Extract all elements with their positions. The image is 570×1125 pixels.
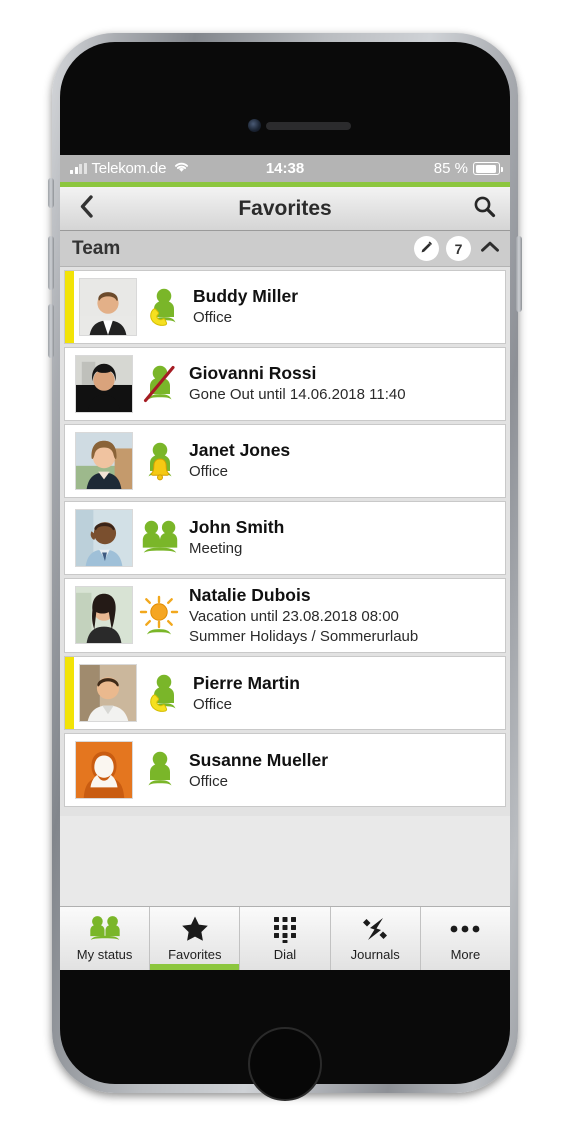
favorites-contact-list: Buddy Miller Office Giovanni Rossi Gone … xyxy=(60,267,510,817)
group-title: Team xyxy=(72,237,121,259)
keypad-icon xyxy=(272,914,298,944)
contact-status: Office xyxy=(189,772,228,790)
person-available-icon xyxy=(137,734,183,806)
phone-screen: Telekom.de 14:38 85 % Favorites Team 7 B… xyxy=(60,155,510,970)
battery-icon xyxy=(473,162,503,175)
tab-label: Dial xyxy=(273,946,297,962)
contact-name: Giovanni Rossi xyxy=(189,363,317,384)
person-on-phone-icon xyxy=(141,271,187,343)
contact-row[interactable]: John Smith Meeting xyxy=(64,501,506,575)
contact-name: Pierre Martin xyxy=(193,672,300,693)
tab-bar: My status Favorites Dial Journals More xyxy=(60,906,510,970)
avatar xyxy=(79,664,137,723)
page-title: Favorites xyxy=(238,196,332,220)
volume-down-button[interactable] xyxy=(48,304,54,358)
contact-status: Meeting xyxy=(189,540,243,558)
navigation-bar: Favorites xyxy=(60,187,510,231)
edit-group-button[interactable] xyxy=(414,236,439,261)
contact-name: Buddy Miller xyxy=(193,286,299,307)
contact-row[interactable]: Natalie Dubois Vacation until 23.08.2018… xyxy=(64,578,506,654)
contact-text: Pierre Martin Office xyxy=(187,657,505,729)
contact-name: Susanne Mueller xyxy=(189,749,329,770)
contact-status: Office xyxy=(189,463,228,481)
contact-row[interactable]: Giovanni Rossi Gone Out until 14.06.2018… xyxy=(64,347,506,421)
contact-status: Vacation until 23.08.2018 08:00 xyxy=(189,607,399,625)
search-icon xyxy=(473,195,496,223)
person-unavailable-icon xyxy=(137,348,183,420)
wifi-icon xyxy=(173,160,190,177)
tab-label: Favorites xyxy=(168,946,222,962)
status-bar: Telekom.de 14:38 85 % xyxy=(60,155,510,182)
group-header-actions: 7 xyxy=(414,236,502,261)
group-count-badge: 7 xyxy=(446,236,471,261)
status-bar-left: Telekom.de xyxy=(70,160,190,177)
contact-text: Natalie Dubois Vacation until 23.08.2018… xyxy=(183,579,505,652)
contact-text: John Smith Meeting xyxy=(183,502,505,574)
row-accent-bar xyxy=(65,425,70,497)
contact-row[interactable]: Janet Jones Office xyxy=(64,424,506,498)
sun-vacation-icon xyxy=(137,579,183,652)
arrows-icon xyxy=(361,914,389,944)
tab-label: Journals xyxy=(350,946,400,962)
pencil-icon xyxy=(419,240,434,258)
avatar xyxy=(75,432,133,490)
battery-percent-label: 85 % xyxy=(433,160,468,177)
tab-more[interactable]: More xyxy=(421,907,510,970)
row-accent-bar xyxy=(65,502,70,574)
chevron-up-icon xyxy=(480,240,500,258)
contact-status: Gone Out until 14.06.2018 11:40 xyxy=(189,386,406,404)
ellipsis-icon xyxy=(449,914,481,944)
carrier-label: Telekom.de xyxy=(91,160,167,177)
avatar xyxy=(79,278,137,336)
person-bell-icon xyxy=(137,425,183,497)
avatar xyxy=(75,741,133,800)
contact-row[interactable]: Buddy Miller Office xyxy=(64,270,506,344)
row-accent-bar xyxy=(65,579,70,652)
contact-name: Janet Jones xyxy=(189,440,291,461)
silent-switch[interactable] xyxy=(48,178,54,208)
person-on-phone-icon xyxy=(141,657,187,729)
contact-row[interactable]: Susanne Mueller Office xyxy=(64,733,506,808)
back-button[interactable] xyxy=(60,187,112,230)
two-people-icon xyxy=(87,914,123,944)
contact-status-secondary: Summer Holidays / Sommerurlaub xyxy=(189,627,419,645)
home-button[interactable] xyxy=(248,1027,322,1101)
collapse-group-button[interactable] xyxy=(478,237,502,261)
signal-bars-icon xyxy=(70,163,87,174)
row-accent-bar xyxy=(65,271,74,343)
star-icon xyxy=(181,914,209,944)
contact-text: Giovanni Rossi Gone Out until 14.06.2018… xyxy=(183,348,505,420)
contact-text: Susanne Mueller Office xyxy=(183,734,505,806)
contact-name: Natalie Dubois xyxy=(189,585,311,605)
avatar xyxy=(75,355,133,413)
row-accent-bar xyxy=(65,734,70,806)
search-button[interactable] xyxy=(458,187,510,230)
power-button[interactable] xyxy=(516,236,522,312)
chevron-left-icon xyxy=(79,194,94,223)
contact-row[interactable]: Pierre Martin Office xyxy=(64,656,506,731)
tab-my-status[interactable]: My status xyxy=(60,907,151,970)
avatar xyxy=(75,509,133,567)
tab-label: More xyxy=(450,946,481,962)
two-people-meeting-icon xyxy=(137,502,183,574)
avatar xyxy=(75,586,133,644)
contact-name: John Smith xyxy=(189,517,285,538)
group-header-team[interactable]: Team 7 xyxy=(60,231,510,267)
tab-label: My status xyxy=(76,946,133,962)
row-accent-bar xyxy=(65,348,70,420)
contact-status: Office xyxy=(193,695,232,713)
contact-text: Buddy Miller Office xyxy=(187,271,505,343)
earpiece-speaker xyxy=(266,122,351,130)
contact-status: Office xyxy=(193,309,232,327)
front-camera-icon xyxy=(248,119,261,132)
status-bar-right: 85 % xyxy=(433,160,503,177)
tab-dial[interactable]: Dial xyxy=(240,907,331,970)
contact-text: Janet Jones Office xyxy=(183,425,505,497)
tab-journals[interactable]: Journals xyxy=(331,907,421,970)
tab-favorites[interactable]: Favorites xyxy=(150,907,241,970)
row-accent-bar xyxy=(65,657,74,730)
volume-up-button[interactable] xyxy=(48,236,54,290)
